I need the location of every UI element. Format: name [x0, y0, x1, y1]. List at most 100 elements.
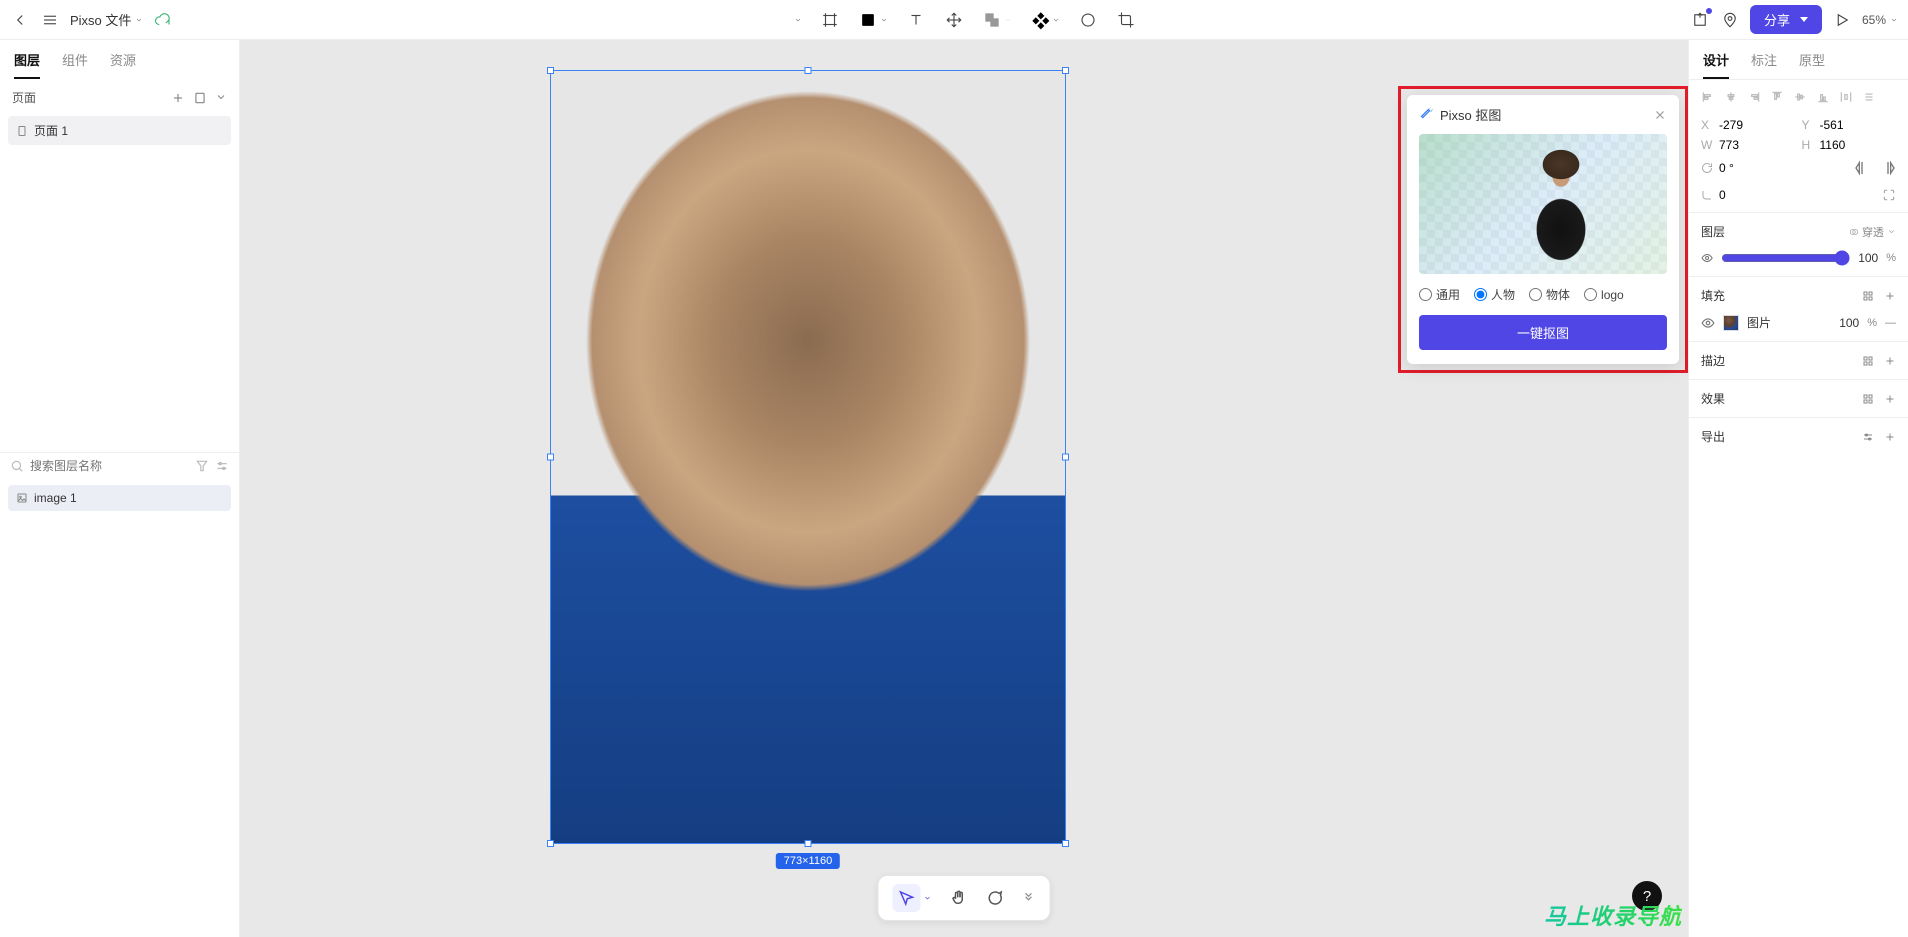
layer-search[interactable] [0, 452, 239, 479]
add-stroke-icon[interactable] [1884, 355, 1896, 367]
add-page-icon[interactable] [171, 91, 185, 105]
more-tools[interactable] [1022, 891, 1036, 905]
text-tool-icon[interactable] [906, 10, 926, 30]
tab-assets[interactable]: 资源 [110, 50, 136, 79]
cutout-option-logo[interactable]: logo [1584, 286, 1624, 303]
resize-handle-r[interactable] [1062, 454, 1069, 461]
cutout-option-person[interactable]: 人物 [1474, 286, 1515, 303]
x-input[interactable]: X [1701, 118, 1796, 132]
resize-handle-t[interactable] [805, 67, 812, 74]
tab-layers[interactable]: 图层 [14, 50, 40, 79]
tab-components[interactable]: 组件 [62, 50, 88, 79]
corner-input[interactable] [1701, 188, 1874, 202]
top-toolbar: Pixso 文件 [0, 0, 1908, 40]
corner-icon [1701, 189, 1713, 201]
flip-h-icon[interactable] [1854, 160, 1870, 176]
add-effect-icon[interactable] [1884, 393, 1896, 405]
stroke-style-icon[interactable] [1862, 355, 1874, 367]
cutout-option-general[interactable]: 通用 [1419, 286, 1460, 303]
tab-inspect[interactable]: 标注 [1751, 50, 1777, 79]
distribute-h-icon[interactable] [1839, 90, 1853, 104]
cutout-panel-highlight: Pixso 抠图 通用 人物 物体 logo 一键抠图 [1398, 86, 1688, 373]
add-tool[interactable] [772, 10, 802, 30]
resize-handle-tr[interactable] [1062, 67, 1069, 74]
comment-tool[interactable] [986, 889, 1004, 907]
align-right-icon[interactable] [1747, 90, 1761, 104]
independent-corners-icon[interactable] [1882, 188, 1896, 202]
resize-handle-l[interactable] [547, 454, 554, 461]
y-input[interactable]: Y [1802, 118, 1897, 132]
export-settings-icon[interactable] [1862, 431, 1874, 443]
boolean-tool[interactable] [982, 10, 1012, 30]
present-icon[interactable] [1832, 10, 1852, 30]
cutout-option-object[interactable]: 物体 [1529, 286, 1570, 303]
back-icon[interactable] [10, 10, 30, 30]
fill-section-title: 填充 [1701, 287, 1725, 304]
layer-section-title: 图层 [1701, 223, 1725, 240]
zoom-value: 65% [1862, 13, 1886, 27]
align-bottom-icon[interactable] [1816, 90, 1830, 104]
opacity-slider[interactable] [1721, 250, 1850, 266]
page-list-icon[interactable] [193, 91, 207, 105]
share-button[interactable]: 分享 [1750, 5, 1822, 34]
page-icon [16, 125, 28, 137]
right-panel-tabs: 设计 标注 原型 [1689, 40, 1908, 80]
rotation-input[interactable] [1701, 161, 1844, 175]
visibility-icon[interactable] [1701, 251, 1713, 265]
menu-icon[interactable] [40, 10, 60, 30]
effect-style-icon[interactable] [1862, 393, 1874, 405]
selection-frame[interactable]: 773×1160 [550, 70, 1066, 844]
cutout-action-button[interactable]: 一键抠图 [1419, 315, 1667, 350]
collapse-pages-icon[interactable] [215, 91, 227, 103]
wand-icon [1419, 107, 1434, 122]
align-top-icon[interactable] [1770, 90, 1784, 104]
frame-tool-icon[interactable] [820, 10, 840, 30]
page-item[interactable]: 页面 1 [8, 116, 231, 145]
shape-tool[interactable] [858, 10, 888, 30]
w-input[interactable]: W [1701, 138, 1796, 152]
layer-search-input[interactable] [30, 459, 189, 473]
image-layer-icon [16, 492, 28, 504]
resize-handle-b[interactable] [805, 840, 812, 847]
tab-design[interactable]: 设计 [1703, 50, 1729, 79]
filter-icon[interactable] [195, 459, 209, 473]
cutout-title: Pixso 抠图 [1440, 105, 1501, 124]
align-hcenter-icon[interactable] [1724, 90, 1738, 104]
align-vcenter-icon[interactable] [1793, 90, 1807, 104]
cursor-tool[interactable] [893, 884, 932, 912]
fill-visibility-icon[interactable] [1701, 316, 1715, 330]
zoom-dropdown[interactable]: 65% [1862, 13, 1898, 27]
location-icon[interactable] [1720, 10, 1740, 30]
settings-icon[interactable] [215, 459, 229, 473]
align-left-icon[interactable] [1701, 90, 1715, 104]
selection-size-badge: 773×1160 [776, 853, 840, 869]
blend-mode[interactable]: 穿透 [1849, 224, 1896, 240]
resize-handle-tl[interactable] [547, 67, 554, 74]
ellipse-tool-icon[interactable] [1078, 10, 1098, 30]
fill-swatch[interactable] [1723, 315, 1739, 331]
hand-tool[interactable] [950, 889, 968, 907]
watermark: 马上收录导航 [1544, 899, 1682, 931]
move-tool-icon[interactable] [944, 10, 964, 30]
canvas[interactable]: 773×1160 Pixso 抠图 通用 [240, 40, 1688, 937]
export-icon[interactable] [1690, 10, 1710, 30]
file-title[interactable]: Pixso 文件 [70, 10, 143, 29]
h-input[interactable]: H [1802, 138, 1897, 152]
resize-handle-bl[interactable] [547, 840, 554, 847]
component-tool[interactable] [1030, 10, 1060, 30]
left-panel: 图层 组件 资源 页面 页面 1 [0, 40, 240, 937]
cloud-sync-icon[interactable] [153, 10, 173, 30]
fill-style-icon[interactable] [1862, 290, 1874, 302]
flip-v-icon[interactable] [1880, 160, 1896, 176]
remove-fill-icon[interactable]: — [1885, 317, 1896, 329]
selected-image [551, 71, 1065, 843]
resize-handle-br[interactable] [1062, 840, 1069, 847]
close-icon[interactable] [1653, 108, 1667, 122]
tab-prototype[interactable]: 原型 [1799, 50, 1825, 79]
add-fill-icon[interactable] [1884, 290, 1896, 302]
add-export-icon[interactable] [1884, 431, 1896, 443]
distribute-more-icon[interactable] [1862, 90, 1876, 104]
layer-name: image 1 [34, 491, 77, 505]
crop-tool-icon[interactable] [1116, 10, 1136, 30]
layer-item[interactable]: image 1 [8, 485, 231, 511]
